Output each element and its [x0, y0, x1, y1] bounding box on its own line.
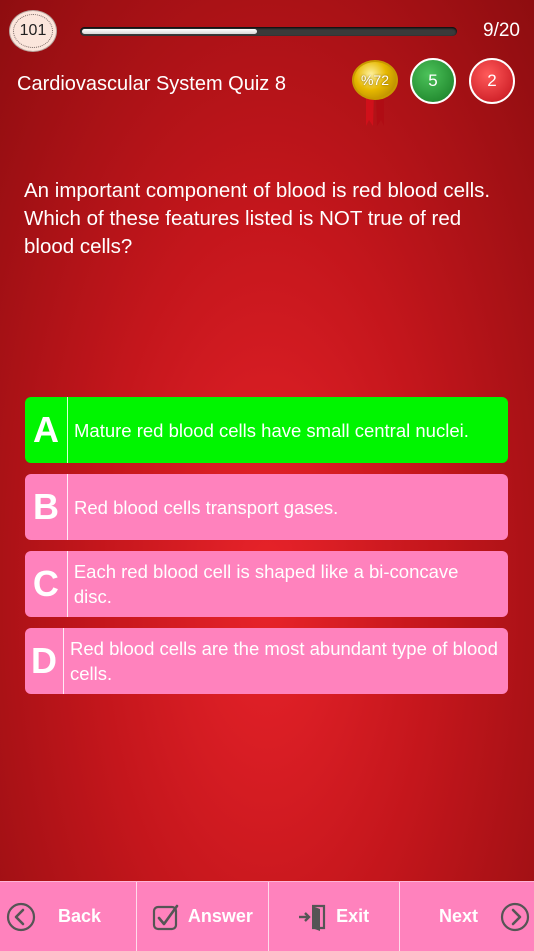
chevron-left-circle-icon — [6, 902, 36, 931]
answer-option-b[interactable]: B Red blood cells transport gases. — [25, 474, 508, 540]
correct-count-badge: 5 — [410, 58, 456, 104]
answer-letter: C — [25, 551, 68, 617]
answer-button[interactable]: Answer — [137, 882, 269, 951]
progress-fill — [82, 29, 257, 34]
next-label: Next — [438, 906, 478, 926]
percent-medal: %72 — [352, 60, 398, 130]
checkbox-icon — [152, 904, 179, 930]
answer-text: Each red blood cell is shaped like a bi-… — [73, 561, 459, 607]
answer-letter: D — [25, 628, 65, 694]
progress-bar — [80, 27, 457, 36]
exit-door-icon — [299, 904, 326, 931]
back-button[interactable]: Back — [0, 882, 138, 951]
next-button[interactable]: Next — [400, 882, 534, 951]
exit-label: Exit — [336, 906, 370, 926]
answer-text: Red blood cells transport gases. — [74, 496, 339, 518]
back-label: Back — [58, 906, 102, 926]
answer-text: Mature red blood cells have small centra… — [74, 419, 469, 441]
answer-option-d[interactable]: D Red blood cells are the most abundant … — [25, 628, 508, 694]
question-text: An important component of blood is red b… — [24, 179, 491, 258]
bottom-toolbar: Back Answer Exit Next — [0, 881, 534, 951]
quiz-title: Cardiovascular System Quiz 8 — [17, 73, 286, 95]
chevron-right-circle-icon — [500, 902, 530, 931]
exit-button[interactable]: Exit — [269, 882, 400, 951]
percent-badge-text: %72 — [360, 72, 390, 88]
timer-clock: 101 — [9, 10, 57, 52]
timer-value: 101 — [19, 22, 47, 39]
answer-option-c[interactable]: C Each red blood cell is shaped like a b… — [25, 551, 508, 617]
wrong-count: 2 — [487, 71, 497, 90]
question-counter: 9/20 — [483, 20, 520, 41]
answer-option-a[interactable]: A Mature red blood cells have small cent… — [25, 397, 508, 463]
answer-text: Red blood cells are the most abundant ty… — [70, 638, 498, 684]
percent-badge: %72 — [352, 60, 398, 100]
answer-letter: B — [25, 474, 68, 540]
wrong-count-badge: 2 — [469, 58, 515, 104]
answer-label: Answer — [187, 906, 253, 926]
correct-count: 5 — [428, 71, 438, 90]
answer-letter: A — [25, 397, 68, 463]
